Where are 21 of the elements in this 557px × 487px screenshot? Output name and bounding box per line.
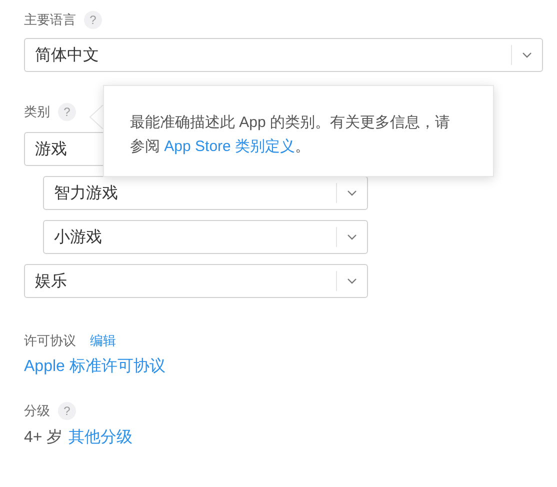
dropdown[interactable]: 娱乐 [24, 264, 368, 298]
field-label: 主要语言 [24, 11, 76, 29]
other-ratings-link[interactable]: 其他分级 [68, 427, 133, 448]
help-icon[interactable]: ? [58, 103, 76, 121]
dropdown[interactable]: 智力游戏 [43, 176, 368, 210]
field-label: 类别 [24, 103, 50, 121]
help-icon[interactable]: ? [58, 402, 76, 420]
age-rating: 4+ 岁 [24, 428, 63, 448]
category-definition-link[interactable]: App Store 类别定义 [164, 138, 296, 155]
edit-link[interactable]: 编辑 [90, 332, 116, 350]
chevron-down-icon [522, 52, 532, 58]
field-label: 分级 [24, 402, 50, 420]
help-icon[interactable]: ? [84, 11, 102, 29]
tooltip-text: 最能准确描述此 App 的类别。有关更多信息，请参阅 App Store 类别定义。 [130, 113, 452, 157]
license-link[interactable]: Apple 标准许可协议 [24, 356, 543, 377]
dropdown[interactable]: 简体中文 [24, 38, 543, 72]
field-label: 许可协议 [24, 332, 76, 350]
chevron-down-icon [347, 190, 357, 196]
chevron-down-icon [347, 278, 357, 284]
chevron-down-icon [347, 234, 357, 240]
dropdown[interactable]: 小游戏 [43, 220, 368, 254]
